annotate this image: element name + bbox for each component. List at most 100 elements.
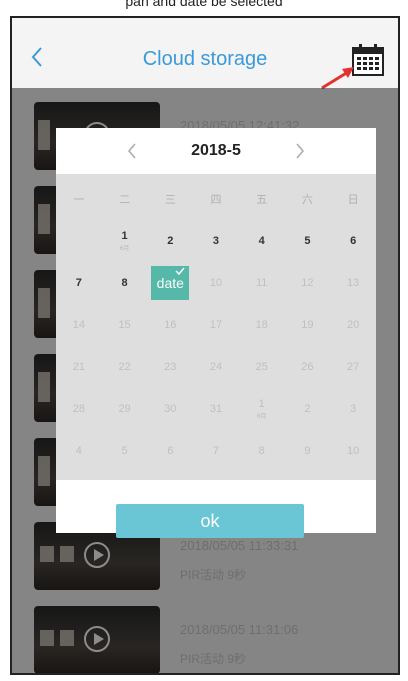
week-row: 14 15 16 17 18 19 20 [56, 306, 376, 344]
day-number: 2 [304, 403, 311, 415]
day-cell[interactable]: 24 [193, 348, 239, 386]
day-number: 23 [164, 361, 177, 373]
day-cell[interactable]: 18 [239, 306, 285, 344]
day-cell[interactable]: 27 [330, 348, 376, 386]
day-number: 19 [301, 319, 314, 331]
day-cell-selected[interactable]: date [151, 266, 190, 300]
day-cell[interactable]: 23 [147, 348, 193, 386]
day-cell[interactable]: 7 [193, 432, 239, 470]
day-cell[interactable]: 20 [330, 306, 376, 344]
day-cell[interactable]: 5 [285, 222, 331, 260]
day-number: 13 [347, 277, 360, 289]
check-icon [175, 267, 185, 275]
day-cell[interactable]: 1 6月 [102, 222, 148, 260]
day-number: 17 [209, 319, 223, 331]
day-number: 1 [258, 398, 265, 410]
day-number: 22 [118, 361, 131, 373]
day-number: 28 [72, 403, 85, 415]
day-number: 10 [209, 277, 223, 289]
day-cell[interactable]: 22 [102, 348, 148, 386]
date-picker-dialog: 2018-5 一 二 三 四 五 六 日 1 6月 2 3 4 5 6 7 8 … [56, 128, 376, 538]
day-cell[interactable]: 29 [102, 390, 148, 428]
day-number: 5 [121, 445, 128, 457]
day-number: 12 [301, 277, 314, 289]
month-label: 2018-5 [191, 142, 241, 159]
day-cell[interactable]: 3 [193, 222, 239, 260]
day-cell[interactable]: 16 [147, 306, 193, 344]
weekday-label: 日 [347, 194, 359, 206]
day-number: 9 [304, 445, 311, 457]
day-cell[interactable]: 1 6月 [239, 390, 285, 428]
day-cell[interactable]: 2 [285, 390, 331, 428]
day-number: 1 [121, 230, 128, 242]
day-cell[interactable]: 6 [330, 222, 376, 260]
day-cell[interactable]: 8 [239, 432, 285, 470]
day-cell[interactable]: 11 [239, 264, 285, 302]
day-number: 16 [164, 319, 177, 331]
day-number: 3 [350, 403, 357, 415]
day-cell[interactable]: 25 [239, 348, 285, 386]
day-number: 26 [301, 361, 314, 373]
day-cell[interactable]: 28 [56, 390, 102, 428]
weekday-label: 一 [73, 194, 85, 206]
month-bar: 2018-5 [56, 128, 376, 174]
day-number: 21 [72, 361, 85, 373]
day-cell[interactable]: 7 [56, 264, 102, 302]
day-cell[interactable]: 17 [193, 306, 239, 344]
day-cell[interactable]: 10 [330, 432, 376, 470]
day-number: 7 [75, 277, 82, 289]
day-cell[interactable]: 26 [285, 348, 331, 386]
day-cell[interactable]: 5 [102, 432, 148, 470]
week-row: 28 29 30 31 1 6月 2 3 [56, 390, 376, 428]
day-number: 6 [167, 445, 174, 457]
day-cell[interactable]: 10 [193, 264, 239, 302]
day-number: 11 [255, 277, 268, 289]
day-cell[interactable]: 31 [193, 390, 239, 428]
day-cell[interactable]: 3 [330, 390, 376, 428]
weekday-label: 四 [210, 194, 222, 206]
day-cell[interactable]: 30 [147, 390, 193, 428]
weekday-label: 六 [301, 194, 313, 206]
chevron-left-icon[interactable] [117, 136, 147, 166]
day-cell[interactable]: 19 [285, 306, 331, 344]
phone-frame: Cloud storage 2018/05/05 12:41:32 2018/0… [10, 16, 400, 675]
day-cell[interactable]: 4 [239, 222, 285, 260]
selected-day-label: date [156, 275, 184, 291]
day-cell[interactable]: 6 [147, 432, 193, 470]
week-row: 21 22 23 24 25 26 27 [56, 348, 376, 386]
header-bar: Cloud storage [12, 18, 398, 90]
weekday-label: 三 [164, 194, 176, 206]
day-number: 25 [255, 361, 268, 373]
lunar-label: 6月 [119, 246, 130, 252]
day-cell-empty [56, 222, 102, 260]
day-number: 6 [350, 235, 357, 247]
day-number: 7 [212, 445, 220, 457]
weekday-label: 二 [119, 194, 131, 206]
day-number: 27 [347, 361, 360, 373]
day-number: 10 [347, 445, 360, 457]
day-cell[interactable]: 12 [285, 264, 331, 302]
day-number: 24 [209, 361, 223, 373]
day-number: 31 [209, 403, 223, 415]
day-number: 2 [167, 235, 174, 247]
day-number: 8 [121, 277, 128, 289]
day-cell[interactable]: 9 [285, 432, 331, 470]
day-cell[interactable]: 8 [102, 264, 148, 302]
day-cell[interactable]: 15 [102, 306, 148, 344]
day-number: 14 [72, 319, 85, 331]
day-number: 15 [118, 319, 131, 331]
day-number: 3 [212, 235, 220, 247]
chevron-right-icon[interactable] [285, 136, 315, 166]
day-number: 20 [347, 319, 360, 331]
ok-button[interactable]: ok [116, 504, 304, 538]
day-cell[interactable]: 13 [330, 264, 376, 302]
day-cell[interactable]: 21 [56, 348, 102, 386]
day-cell[interactable]: 14 [56, 306, 102, 344]
day-number: 30 [164, 403, 177, 415]
day-number: 8 [258, 445, 265, 457]
day-cell[interactable]: 4 [56, 432, 102, 470]
day-cell[interactable]: 2 [147, 222, 193, 260]
calendar-grid: 一 二 三 四 五 六 日 1 6月 2 3 4 5 6 7 8 date 10… [56, 174, 376, 480]
caption-text: pan and date be selected [125, 0, 283, 9]
week-row: 7 8 date 10 11 12 13 [56, 264, 376, 302]
